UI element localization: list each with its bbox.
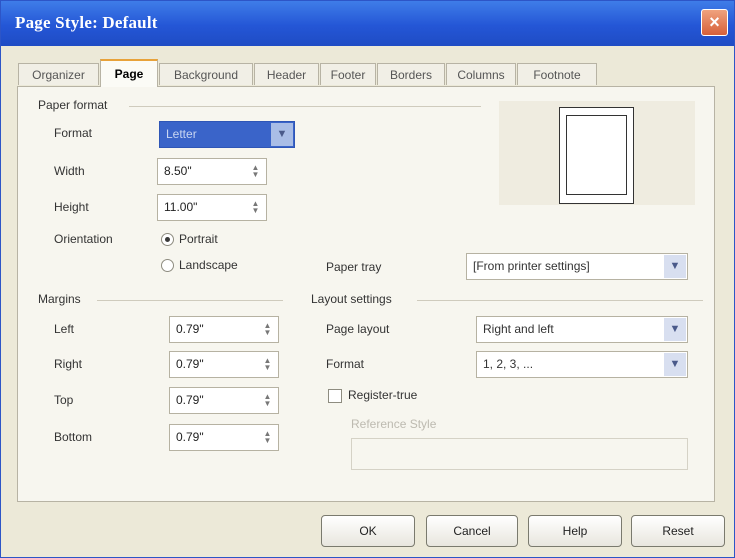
tab-organizer[interactable]: Organizer <box>18 63 99 85</box>
orientation-label: Orientation <box>54 232 113 246</box>
format-dropdown[interactable]: Letter ▼ <box>159 121 295 148</box>
margin-left-value: 0.79" <box>176 322 204 336</box>
margins-heading: Margins <box>38 292 81 306</box>
landscape-radio[interactable] <box>161 259 174 272</box>
register-true-label: Register-true <box>348 388 418 402</box>
margin-bottom-label: Bottom <box>54 430 93 444</box>
margin-top-label: Top <box>54 393 74 407</box>
margin-left-label: Left <box>54 322 75 336</box>
spinner-arrows-icon[interactable]: ▲ ▼ <box>249 200 262 215</box>
page-layout-dropdown[interactable]: Right and left ▼ <box>476 316 688 343</box>
chevron-down-icon: ▼ <box>664 353 686 376</box>
spinner-arrows-icon[interactable]: ▲ ▼ <box>261 430 274 445</box>
page-style-dialog: Page Style: Default × Organizer Page Bac… <box>0 0 735 558</box>
tab-background[interactable]: Background <box>159 63 253 85</box>
paper-tray-dropdown[interactable]: [From printer settings] ▼ <box>466 253 688 280</box>
divider <box>129 106 481 107</box>
title-bar[interactable]: Page Style: Default × <box>1 1 734 46</box>
tab-header[interactable]: Header <box>254 63 319 85</box>
page-layout-label: Page layout <box>326 322 390 336</box>
width-label: Width <box>54 164 85 178</box>
margin-bottom-field[interactable]: 0.79" ▲ ▼ <box>169 424 279 451</box>
margin-top-field[interactable]: 0.79" ▲ ▼ <box>169 387 279 414</box>
landscape-label: Landscape <box>179 258 238 272</box>
height-field[interactable]: 11.00" ▲ ▼ <box>157 194 267 221</box>
paper-tray-label: Paper tray <box>326 260 382 274</box>
reset-button[interactable]: Reset <box>631 515 725 547</box>
spinner-arrows-icon[interactable]: ▲ ▼ <box>261 322 274 337</box>
divider <box>417 300 703 301</box>
close-button[interactable]: × <box>701 9 728 36</box>
paper-tray-value: [From printer settings] <box>473 259 590 273</box>
spinner-arrows-icon[interactable]: ▲ ▼ <box>261 357 274 372</box>
tab-page[interactable]: Page <box>100 59 158 87</box>
chevron-down-icon: ▼ <box>664 318 686 341</box>
spinner-arrows-icon[interactable]: ▲ ▼ <box>261 393 274 408</box>
close-icon: × <box>709 12 720 32</box>
tab-footer[interactable]: Footer <box>320 63 376 85</box>
format-label: Format <box>54 126 93 140</box>
reference-style-label: Reference Style <box>351 417 437 431</box>
number-format-label: Format <box>326 357 365 371</box>
chevron-down-icon: ▼ <box>664 255 686 278</box>
margin-right-value: 0.79" <box>176 357 204 371</box>
margin-left-field[interactable]: 0.79" ▲ ▼ <box>169 316 279 343</box>
height-label: Height <box>54 200 89 214</box>
chevron-down-icon: ▼ <box>271 123 293 146</box>
width-field[interactable]: 8.50" ▲ ▼ <box>157 158 267 185</box>
margin-right-field[interactable]: 0.79" ▲ ▼ <box>169 351 279 378</box>
height-value: 11.00" <box>164 200 198 214</box>
portrait-label: Portrait <box>179 232 218 246</box>
ok-button[interactable]: OK <box>321 515 415 547</box>
divider <box>97 300 283 301</box>
format-value: Letter <box>166 127 197 141</box>
page-layout-value: Right and left <box>483 322 554 336</box>
width-value: 8.50" <box>164 164 192 178</box>
layout-settings-heading: Layout settings <box>311 292 392 306</box>
portrait-radio[interactable] <box>161 233 174 246</box>
preview-margin-outline <box>566 115 627 195</box>
margin-bottom-value: 0.79" <box>176 430 204 444</box>
number-format-value: 1, 2, 3, ... <box>483 357 534 371</box>
reference-style-dropdown[interactable] <box>351 438 688 470</box>
window-title: Page Style: Default <box>15 13 158 32</box>
cancel-button[interactable]: Cancel <box>426 515 518 547</box>
tab-borders[interactable]: Borders <box>377 63 445 85</box>
help-button[interactable]: Help <box>528 515 622 547</box>
paper-format-heading: Paper format <box>38 98 108 112</box>
spinner-arrows-icon[interactable]: ▲ ▼ <box>249 164 262 179</box>
register-true-checkbox[interactable] <box>328 389 342 403</box>
number-format-dropdown[interactable]: 1, 2, 3, ... ▼ <box>476 351 688 378</box>
margin-right-label: Right <box>54 357 83 371</box>
tab-columns[interactable]: Columns <box>446 63 516 85</box>
margin-top-value: 0.79" <box>176 393 204 407</box>
tab-footnote[interactable]: Footnote <box>517 63 597 85</box>
